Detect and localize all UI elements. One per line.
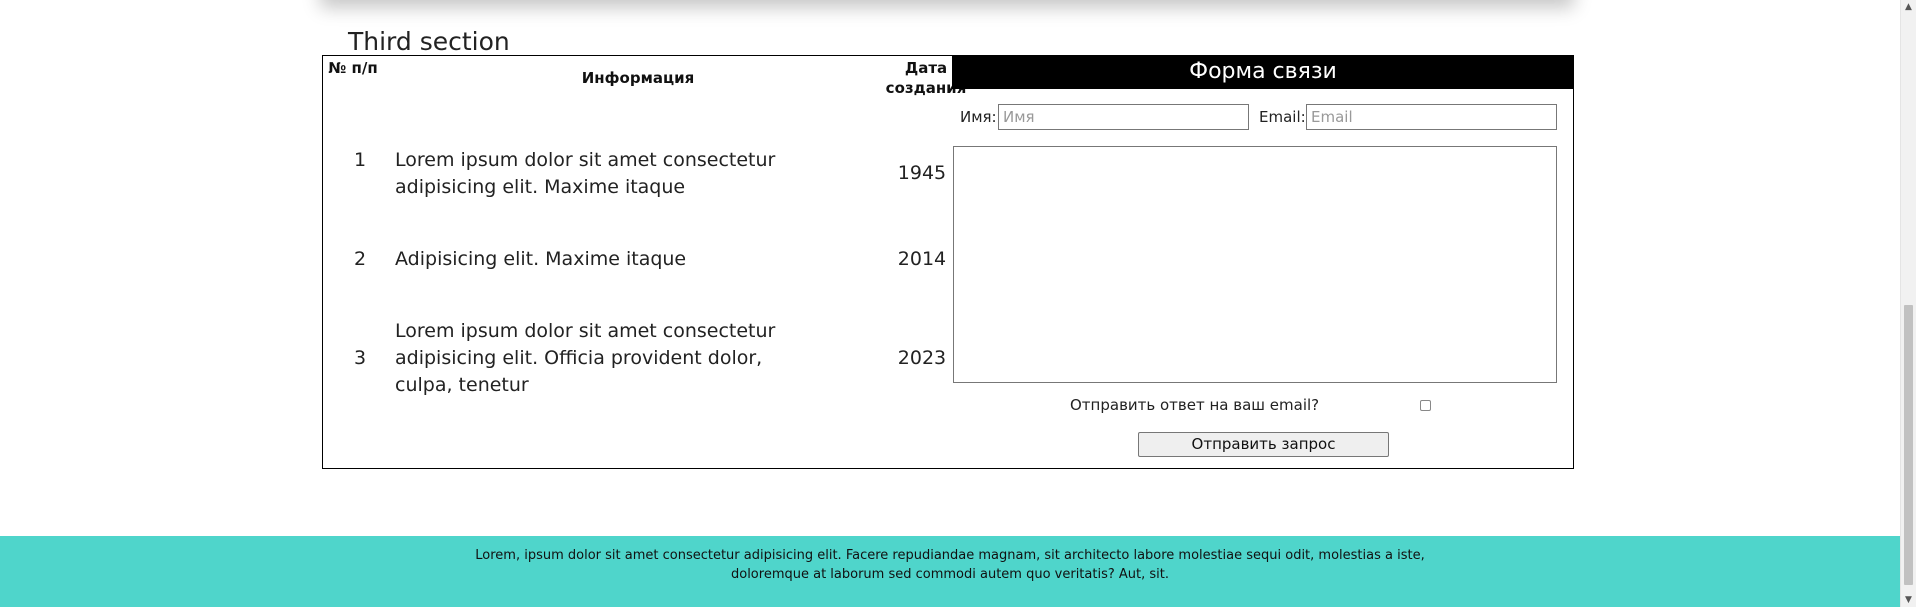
chevron-up-icon[interactable]: ▲ bbox=[1901, 2, 1916, 12]
header-info: Информация bbox=[581, 69, 695, 87]
name-input[interactable] bbox=[998, 104, 1249, 130]
row-2-info: Adipisicing elit. Maxime itaque bbox=[395, 248, 687, 270]
scrollbar-thumb[interactable] bbox=[1904, 305, 1913, 585]
message-textarea[interactable] bbox=[953, 146, 1557, 383]
reply-email-checkbox[interactable] bbox=[1420, 400, 1431, 411]
page-scrollbar[interactable]: ▲ ▼ bbox=[1900, 0, 1916, 607]
submit-button[interactable]: Отправить запрос bbox=[1138, 432, 1389, 457]
email-input[interactable] bbox=[1306, 104, 1557, 130]
footer-text: Lorem, ipsum dolor sit amet consectetur … bbox=[475, 548, 1425, 582]
name-label: Имя: bbox=[960, 108, 997, 126]
row-3-number: 3 bbox=[353, 347, 367, 369]
contact-form-title: Форма связи bbox=[952, 55, 1574, 89]
email-label: Email: bbox=[1259, 108, 1306, 126]
row-1-number: 1 bbox=[353, 149, 367, 171]
reply-email-label: Отправить ответ на ваш email? bbox=[1070, 396, 1320, 414]
chevron-down-icon[interactable]: ▼ bbox=[1901, 595, 1916, 605]
section-title: Third section bbox=[348, 26, 510, 56]
footer: Lorem, ipsum dolor sit amet consectetur … bbox=[0, 536, 1900, 607]
header-number: № п/п bbox=[328, 59, 378, 77]
row-1-info: Lorem ipsum dolor sit amet consectetur a… bbox=[395, 149, 776, 198]
row-2-number: 2 bbox=[353, 248, 367, 270]
row-3-info: Lorem ipsum dolor sit amet consectetur a… bbox=[395, 320, 776, 396]
